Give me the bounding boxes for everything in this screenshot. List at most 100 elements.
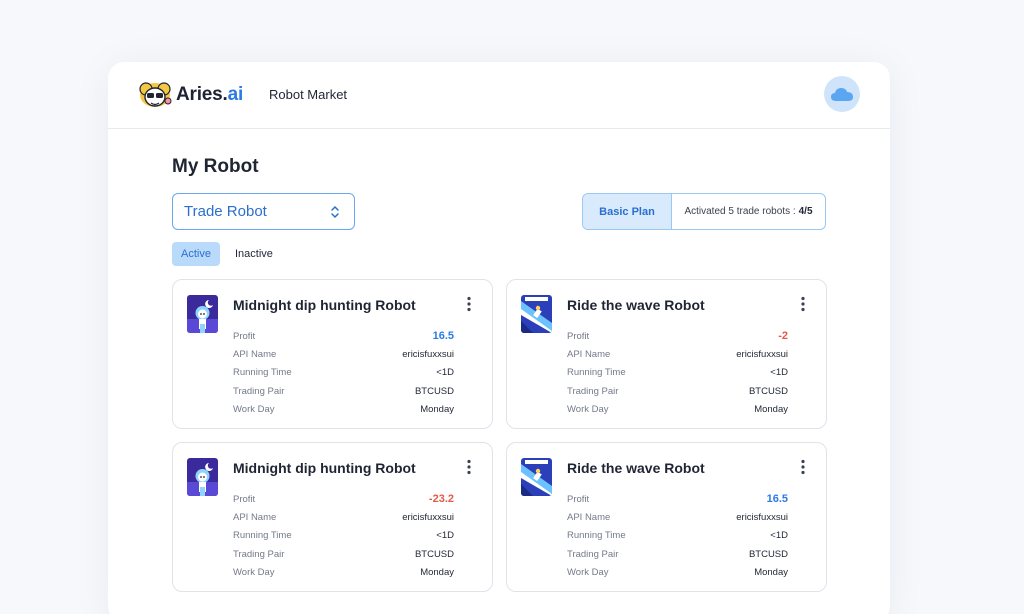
robot-card[interactable]: Ride the wave Robot Profit -2 API Name erici… (506, 279, 827, 429)
robot-field-value: ericisfuxxsui (402, 512, 454, 524)
robot-field-value: Monday (420, 404, 454, 416)
robot-field-row: Trading Pair BTCUSD (567, 545, 788, 563)
tab-active[interactable]: Active (172, 242, 220, 266)
robot-field-row: API Name ericisfuxxsui (233, 345, 454, 363)
robot-field-value: <1D (770, 367, 788, 379)
status-tabs: Active Inactive (172, 242, 282, 266)
robot-field-label: Running Time (233, 530, 292, 542)
robot-field-value: <1D (436, 367, 454, 379)
robot-card-title: Midnight dip hunting Robot (233, 460, 416, 476)
robot-field-value: BTCUSD (414, 385, 454, 397)
robot-field-row: Work Day Monday (567, 401, 788, 419)
robot-field-label: Work Day (567, 567, 609, 579)
robot-profit-value: 16.5 (432, 330, 454, 343)
robot-field-row: Profit 16.5 (233, 327, 454, 345)
robot-field-row: Trading Pair BTCUSD (233, 545, 454, 563)
chevron-up-down-icon (331, 205, 339, 219)
more-options-icon[interactable] (466, 296, 472, 312)
robot-field-label: Running Time (567, 367, 626, 379)
wave-robot-avatar-icon (521, 295, 552, 333)
robot-field-value: ericisfuxxsui (402, 349, 454, 361)
brand-logo[interactable]: Aries.ai (138, 81, 243, 109)
robot-field-row: Profit 16.5 (567, 490, 788, 508)
robot-field-row: Work Day Monday (233, 564, 454, 582)
robot-field-label: Profit (233, 330, 256, 342)
robot-field-value: <1D (770, 530, 788, 542)
robot-field-value: ericisfuxxsui (736, 349, 788, 361)
top-navigation-bar: Aries.ai Robot Market (108, 62, 890, 129)
robot-card-title: Ride the wave Robot (567, 460, 705, 476)
robot-field-label: Running Time (567, 530, 626, 542)
robot-field-row: Running Time <1D (233, 364, 454, 382)
robot-field-label: Work Day (233, 404, 275, 416)
robot-field-label: Profit (233, 493, 256, 505)
cloud-icon (831, 88, 853, 101)
robot-card[interactable]: Midnight dip hunting Robot Profit 16.5 API … (172, 279, 493, 429)
plan-info: Activated 5 trade robots : 4/5 (672, 194, 825, 229)
plan-info-text: Activated 5 trade robots : (684, 206, 796, 217)
robot-field-label: Trading Pair (233, 548, 285, 560)
robot-field-row: Work Day Monday (567, 564, 788, 582)
more-options-icon[interactable] (800, 296, 806, 312)
robot-field-label: API Name (567, 512, 611, 524)
robot-field-row: Running Time <1D (567, 527, 788, 545)
more-options-icon[interactable] (800, 459, 806, 475)
robot-profit-value: 16.5 (766, 493, 788, 506)
robot-field-list: Profit 16.5 API Name ericisfuxxsui Running T… (233, 327, 454, 419)
robot-field-value: BTCUSD (414, 548, 454, 560)
robot-field-label: Profit (567, 330, 590, 342)
robot-card-title: Ride the wave Robot (567, 297, 705, 313)
robot-field-row: Trading Pair BTCUSD (567, 382, 788, 400)
robot-field-row: Work Day Monday (233, 401, 454, 419)
robot-field-label: API Name (233, 512, 277, 524)
robot-field-label: Trading Pair (233, 385, 285, 397)
robot-field-label: Trading Pair (567, 548, 619, 560)
robot-card[interactable]: Ride the wave Robot Profit 16.5 API Name eri… (506, 442, 827, 592)
robot-type-select[interactable]: Trade Robot (172, 193, 355, 230)
midnight-robot-avatar-icon (187, 295, 218, 333)
robot-field-value: ericisfuxxsui (736, 512, 788, 524)
wave-robot-avatar-icon (521, 458, 552, 496)
midnight-robot-avatar-icon (187, 458, 218, 496)
robot-field-row: Trading Pair BTCUSD (233, 382, 454, 400)
robot-field-value: BTCUSD (748, 385, 788, 397)
robot-field-label: API Name (233, 349, 277, 361)
robot-profit-value: -2 (778, 330, 788, 343)
robot-field-value: <1D (436, 530, 454, 542)
robot-field-row: Profit -23.2 (233, 490, 454, 508)
robot-profit-value: -23.2 (428, 493, 454, 506)
robot-field-value: BTCUSD (748, 548, 788, 560)
nav-robot-market-link[interactable]: Robot Market (269, 87, 347, 102)
robot-card[interactable]: Midnight dip hunting Robot Profit -23.2 API… (172, 442, 493, 592)
robot-field-list: Profit -23.2 API Name ericisfuxxsui Running … (233, 490, 454, 582)
app-window: Aries.ai Robot Market My Robot Trade Rob… (108, 62, 890, 614)
robot-field-value: Monday (754, 404, 788, 416)
user-avatar[interactable] (824, 76, 860, 112)
robot-field-label: Work Day (233, 567, 275, 579)
robot-field-list: Profit 16.5 API Name ericisfuxxsui Running T… (567, 490, 788, 582)
plan-name[interactable]: Basic Plan (583, 194, 672, 229)
robot-field-row: API Name ericisfuxxsui (567, 508, 788, 526)
robot-field-label: Trading Pair (567, 385, 619, 397)
robot-field-label: Running Time (233, 367, 292, 379)
plan-status-badge: Basic Plan Activated 5 trade robots : 4/… (582, 193, 826, 230)
robot-type-select-value: Trade Robot (184, 203, 267, 220)
robot-field-label: Profit (567, 493, 590, 505)
plan-count: 4/5 (798, 206, 813, 217)
robot-field-label: API Name (567, 349, 611, 361)
robot-field-row: Profit -2 (567, 327, 788, 345)
robot-field-value: Monday (754, 567, 788, 579)
page-title: My Robot (172, 156, 259, 177)
robot-field-row: Running Time <1D (567, 364, 788, 382)
robot-field-list: Profit -2 API Name ericisfuxxsui Running Tim… (567, 327, 788, 419)
robot-field-label: Work Day (567, 404, 609, 416)
brand-name: Aries.ai (176, 84, 244, 105)
robot-field-value: Monday (420, 567, 454, 579)
more-options-icon[interactable] (466, 459, 472, 475)
robot-field-row: API Name ericisfuxxsui (567, 345, 788, 363)
tab-inactive[interactable]: Inactive (226, 242, 282, 266)
robot-field-row: Running Time <1D (233, 527, 454, 545)
robot-card-title: Midnight dip hunting Robot (233, 297, 416, 313)
aries-mascot-icon (139, 82, 172, 107)
robot-field-row: API Name ericisfuxxsui (233, 508, 454, 526)
